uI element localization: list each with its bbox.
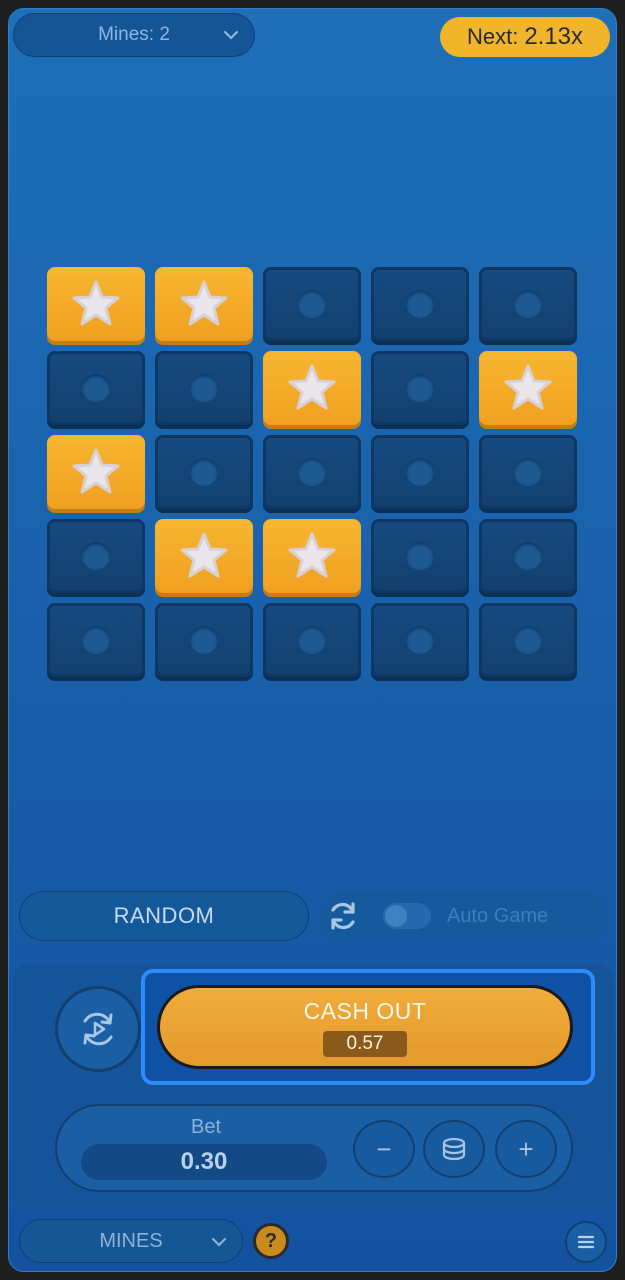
minus-icon: −: [376, 1133, 392, 1164]
help-button[interactable]: ?: [253, 1223, 289, 1259]
grid-tile-4-2[interactable]: [263, 603, 361, 677]
dot-icon: [514, 626, 542, 654]
grid-tile-2-1[interactable]: [155, 435, 253, 509]
grid-tile-3-0[interactable]: [47, 519, 145, 593]
mines-grid: [47, 267, 577, 677]
increase-bet-button[interactable]: +: [495, 1120, 557, 1178]
dot-icon: [406, 626, 434, 654]
bet-amount-input[interactable]: 0.30: [81, 1144, 327, 1180]
dot-icon: [190, 626, 218, 654]
coins-icon: [442, 1137, 466, 1161]
cash-out-highlight: CASH OUT 0.57: [141, 969, 595, 1085]
dot-icon: [406, 458, 434, 486]
dot-icon: [298, 626, 326, 654]
grid-tile-0-2[interactable]: [263, 267, 361, 341]
mines-count-label: Mines: 2: [98, 24, 170, 45]
top-bar: Mines: 2 Next: 2.13x: [9, 9, 616, 65]
next-multiplier-value: 2.13x: [524, 23, 584, 50]
grid-tile-3-4[interactable]: [479, 519, 577, 593]
dot-icon: [190, 458, 218, 486]
dot-icon: [514, 542, 542, 570]
grid-tile-3-2: [263, 519, 361, 593]
grid-tile-0-3[interactable]: [371, 267, 469, 341]
next-multiplier-badge: Next: 2.13x: [440, 17, 610, 57]
grid-tile-2-2[interactable]: [263, 435, 361, 509]
random-button[interactable]: RANDOM: [19, 891, 309, 941]
game-select-label: MINES: [99, 1229, 163, 1252]
plus-icon: +: [518, 1133, 534, 1164]
toggle-knob: [385, 905, 407, 927]
dot-icon: [82, 626, 110, 654]
cash-out-amount: 0.57: [323, 1030, 407, 1057]
bet-presets-button[interactable]: [423, 1120, 485, 1178]
help-icon: ?: [264, 1229, 278, 1252]
grid-tile-2-4[interactable]: [479, 435, 577, 509]
star-icon: [501, 361, 555, 415]
dot-icon: [514, 290, 542, 318]
grid-tile-1-2: [263, 351, 361, 425]
grid-tile-4-0[interactable]: [47, 603, 145, 677]
sync-icon[interactable]: [323, 896, 363, 936]
decrease-bet-button[interactable]: −: [353, 1120, 415, 1178]
menu-button[interactable]: [565, 1221, 607, 1263]
chevron-down-icon: [223, 30, 239, 40]
game-frame: Mines: 2 Next: 2.13x RANDOM Auto Game CA…: [8, 8, 617, 1272]
grid-tile-4-1[interactable]: [155, 603, 253, 677]
grid-tile-1-0[interactable]: [47, 351, 145, 425]
grid-tile-2-3[interactable]: [371, 435, 469, 509]
cash-out-button[interactable]: CASH OUT 0.57: [157, 985, 573, 1069]
dot-icon: [406, 542, 434, 570]
star-icon: [69, 445, 123, 499]
dot-icon: [298, 458, 326, 486]
menu-icon: [577, 1235, 595, 1249]
dot-icon: [190, 374, 218, 402]
bet-panel: CASH OUT 0.57 Bet 0.30 − +: [13, 964, 613, 1212]
autoplay-button[interactable]: [55, 986, 141, 1072]
grid-tile-0-4[interactable]: [479, 267, 577, 341]
chevron-down-icon: [211, 1237, 227, 1247]
grid-tile-2-0: [47, 435, 145, 509]
dot-icon: [406, 374, 434, 402]
dot-icon: [514, 458, 542, 486]
next-label: Next:: [466, 24, 519, 49]
bet-control: Bet 0.30 − +: [55, 1104, 573, 1192]
grid-tile-0-0: [47, 267, 145, 341]
bet-amount-value: 0.30: [180, 1148, 228, 1175]
mines-count-select[interactable]: Mines: 2: [13, 13, 255, 57]
grid-tile-3-3[interactable]: [371, 519, 469, 593]
auto-game-control: Auto Game: [319, 893, 609, 939]
grid-tile-4-3[interactable]: [371, 603, 469, 677]
grid-tile-4-4[interactable]: [479, 603, 577, 677]
auto-game-label: Auto Game: [447, 904, 549, 927]
grid-tile-3-1: [155, 519, 253, 593]
star-icon: [285, 361, 339, 415]
grid-tile-1-1[interactable]: [155, 351, 253, 425]
cash-out-label: CASH OUT: [303, 997, 427, 1024]
star-icon: [177, 529, 231, 583]
autoplay-cycle-icon: [83, 1012, 113, 1046]
star-icon: [285, 529, 339, 583]
grid-tile-1-4: [479, 351, 577, 425]
star-icon: [177, 277, 231, 331]
grid-tile-1-3[interactable]: [371, 351, 469, 425]
dot-icon: [82, 542, 110, 570]
game-select[interactable]: MINES: [19, 1219, 243, 1263]
dot-icon: [298, 290, 326, 318]
star-icon: [69, 277, 123, 331]
dot-icon: [406, 290, 434, 318]
auto-game-toggle[interactable]: [383, 903, 431, 929]
grid-tile-0-1: [155, 267, 253, 341]
bet-label: Bet: [190, 1116, 222, 1138]
dot-icon: [82, 374, 110, 402]
random-button-label: RANDOM: [113, 903, 215, 928]
